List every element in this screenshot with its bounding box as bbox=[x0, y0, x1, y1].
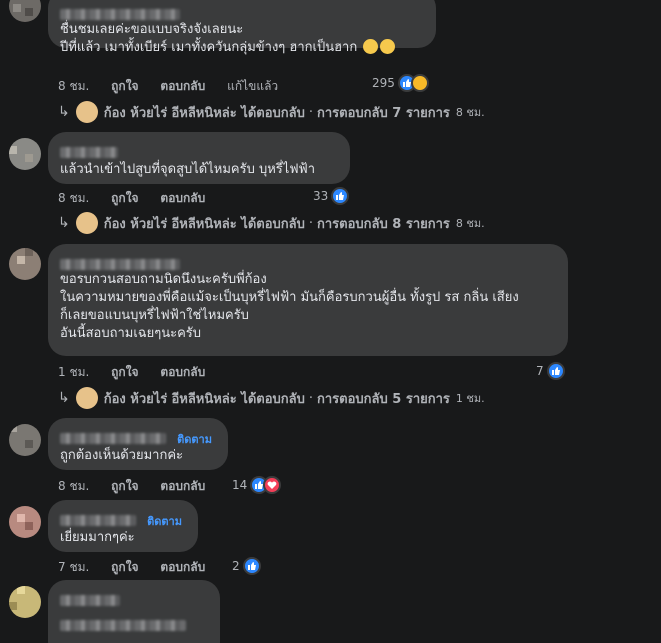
reply-time: 8 ชม. bbox=[455, 106, 485, 119]
avatar[interactable] bbox=[9, 424, 41, 456]
reply-arrow-icon: ↳ bbox=[58, 104, 70, 120]
love-icon bbox=[263, 476, 282, 494]
reply-time: 1 ชม. bbox=[455, 392, 485, 405]
reply-time: 8 ชม. bbox=[455, 217, 485, 230]
reaction-count: 295 bbox=[372, 76, 395, 90]
comment-bubble-blurred bbox=[48, 580, 220, 643]
reply-summary[interactable]: ↳ ก้อง ห้วยไร่ อีหลีหนิหล่ะ ได้ตอบกลับ ·… bbox=[58, 212, 485, 234]
reply-action[interactable]: ตอบกลับ bbox=[160, 191, 205, 205]
comment-text-line: ในความหมายของพี่คือแม้จะเป็นบุหรี่ไฟฟ้า … bbox=[60, 290, 519, 305]
edited-label[interactable]: แก้ไขแล้ว bbox=[227, 79, 278, 93]
replier-name: ก้อง ห้วยไร่ bbox=[103, 391, 168, 407]
reaction-count: 2 bbox=[232, 559, 240, 573]
reply-summary[interactable]: ↳ ก้อง ห้วยไร่ อีหลีหนิหล่ะ ได้ตอบกลับ ·… bbox=[58, 101, 485, 123]
comment-text-line: ชื่นชมเลยค่ะขอแบบจริงจังเลยนะ bbox=[60, 22, 244, 37]
commenter-name-blurred[interactable] bbox=[60, 259, 180, 270]
reaction-count: 7 bbox=[536, 364, 544, 378]
comment-time[interactable]: 8 ชม. bbox=[58, 79, 89, 93]
comment-bubble: แล้วนำเข้าไปสูบที่จุดสูบได้ไหมครับ บุหรี… bbox=[48, 132, 350, 184]
like-action[interactable]: ถูกใจ bbox=[111, 79, 138, 93]
commenter-name-blurred[interactable] bbox=[60, 147, 118, 158]
like-action[interactable]: ถูกใจ bbox=[111, 560, 138, 574]
haha-icon bbox=[410, 74, 429, 92]
reaction-summary[interactable]: 33 bbox=[313, 187, 350, 205]
comment-actions: 8 ชม. ถูกใจ ตอบกลับ แก้ไขแล้ว bbox=[58, 77, 296, 96]
like-icon bbox=[546, 362, 565, 380]
replier-action: อีหลีหนิหล่ะ ได้ตอบกลับ bbox=[171, 391, 305, 407]
comment-actions: 1 ชม. ถูกใจ ตอบกลับ bbox=[58, 363, 223, 382]
reaction-summary[interactable]: 2 bbox=[232, 557, 261, 575]
comment-text-line: อันนี้สอบถามเฉยๆนะครับ bbox=[60, 326, 202, 341]
avatar[interactable] bbox=[9, 248, 41, 280]
avatar[interactable] bbox=[9, 506, 41, 538]
comment-bubble: ติดตาม ถูกต้องเห็นด้วยมากค่ะ bbox=[48, 418, 228, 470]
comment-time[interactable]: 8 ชม. bbox=[58, 479, 89, 493]
reaction-count: 14 bbox=[232, 478, 248, 492]
replier-action: อีหลีหนิหล่ะ ได้ตอบกลับ bbox=[171, 105, 305, 121]
reply-action[interactable]: ตอบกลับ bbox=[160, 79, 205, 93]
comment-time[interactable]: 1 ชม. bbox=[58, 365, 89, 379]
comment-time[interactable]: 7 ชม. bbox=[58, 560, 89, 574]
reply-action[interactable]: ตอบกลับ bbox=[160, 560, 205, 574]
comment-bubble: ขอรบกวนสอบถามนิดนึงนะครับพี่ก้อง ในความห… bbox=[48, 244, 568, 356]
avatar[interactable] bbox=[9, 0, 41, 22]
reply-action[interactable]: ตอบกลับ bbox=[160, 479, 205, 493]
comment-text-line: แล้วนำเข้าไปสูบที่จุดสูบได้ไหมครับ บุหรี… bbox=[60, 162, 316, 177]
comment-actions: 8 ชม. ถูกใจ ตอบกลับ bbox=[58, 477, 223, 496]
avatar[interactable] bbox=[9, 138, 41, 170]
comment-actions: 7 ชม. ถูกใจ ตอบกลับ bbox=[58, 558, 223, 577]
replier-avatar bbox=[75, 387, 98, 409]
grin-emoji-icon bbox=[380, 39, 396, 54]
reply-arrow-icon: ↳ bbox=[58, 215, 70, 231]
reply-count: การตอบกลับ 7 รายการ bbox=[317, 105, 450, 121]
reply-count: การตอบกลับ 5 รายการ bbox=[317, 391, 450, 407]
like-action[interactable]: ถูกใจ bbox=[111, 365, 138, 379]
comment-text-line: ถูกต้องเห็นด้วยมากค่ะ bbox=[60, 448, 184, 463]
replier-action: อีหลีหนิหล่ะ ได้ตอบกลับ bbox=[171, 216, 305, 232]
reaction-summary[interactable]: 7 bbox=[536, 362, 565, 380]
commenter-name-blurred[interactable] bbox=[60, 515, 136, 526]
comment-bubble: ติดตาม เยี่ยมมากๆค่ะ bbox=[48, 500, 198, 552]
like-icon bbox=[242, 557, 261, 575]
reply-summary[interactable]: ↳ ก้อง ห้วยไร่ อีหลีหนิหล่ะ ได้ตอบกลับ ·… bbox=[58, 387, 485, 409]
replier-avatar bbox=[75, 101, 98, 123]
like-action[interactable]: ถูกใจ bbox=[111, 191, 138, 205]
replier-name: ก้อง ห้วยไร่ bbox=[103, 105, 168, 121]
like-action[interactable]: ถูกใจ bbox=[111, 479, 138, 493]
reaction-summary[interactable]: 14 bbox=[232, 476, 282, 494]
replier-avatar bbox=[75, 212, 98, 234]
replier-name: ก้อง ห้วยไร่ bbox=[103, 216, 168, 232]
follow-button[interactable]: ติดตาม bbox=[147, 515, 182, 528]
comment-actions: 8 ชม. ถูกใจ ตอบกลับ bbox=[58, 189, 223, 208]
comment-text-line: ขอรบกวนสอบถามนิดนึงนะครับพี่ก้อง bbox=[60, 272, 267, 287]
reply-arrow-icon: ↳ bbox=[58, 390, 70, 406]
comment-text-blurred bbox=[60, 620, 186, 631]
comment-text-line: ก็เลยขอแบนบุหรี่ไฟฟ้าใช่ไหมครับ bbox=[60, 308, 249, 323]
comment-time[interactable]: 8 ชม. bbox=[58, 191, 89, 205]
reaction-count: 33 bbox=[313, 189, 329, 203]
commenter-name-blurred[interactable] bbox=[60, 595, 120, 606]
comment-text-line: เยี่ยมมากๆค่ะ bbox=[60, 530, 135, 545]
reply-count: การตอบกลับ 8 รายการ bbox=[317, 216, 450, 232]
like-icon bbox=[331, 187, 350, 205]
comment-text-line: ปีที่แล้ว เมาทั้งเบียร์ เมาทั้งควันกลุ่ม… bbox=[60, 40, 358, 55]
commenter-name-blurred[interactable] bbox=[60, 433, 166, 444]
grin-emoji-icon bbox=[363, 39, 379, 54]
commenter-name-blurred[interactable] bbox=[60, 9, 180, 20]
reply-action[interactable]: ตอบกลับ bbox=[160, 365, 205, 379]
follow-button[interactable]: ติดตาม bbox=[177, 433, 212, 446]
reaction-summary[interactable]: 295 bbox=[372, 74, 429, 92]
comment-bubble: ชื่นชมเลยค่ะขอแบบจริงจังเลยนะ ปีที่แล้ว … bbox=[48, 0, 436, 55]
avatar[interactable] bbox=[9, 586, 41, 618]
